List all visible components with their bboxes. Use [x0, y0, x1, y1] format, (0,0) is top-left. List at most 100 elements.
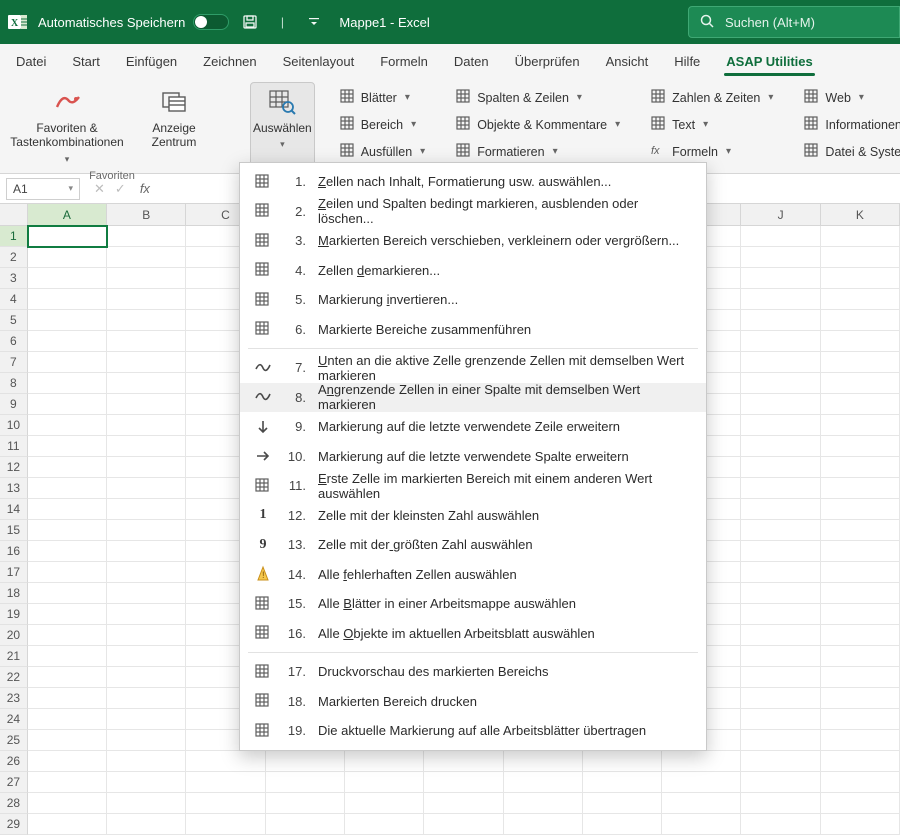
row-header[interactable]: 7	[0, 352, 28, 373]
cell[interactable]	[28, 751, 107, 772]
row-header[interactable]: 16	[0, 541, 28, 562]
cell[interactable]	[821, 667, 900, 688]
cell[interactable]	[107, 730, 186, 751]
row-header[interactable]: 25	[0, 730, 28, 751]
row-header[interactable]: 13	[0, 478, 28, 499]
tab-seitenlayout[interactable]: Seitenlayout	[271, 47, 367, 78]
cell[interactable]	[504, 814, 583, 835]
cell[interactable]	[741, 751, 820, 772]
cell[interactable]	[821, 394, 900, 415]
cell[interactable]	[107, 394, 186, 415]
row-header[interactable]: 2	[0, 247, 28, 268]
cell[interactable]	[107, 709, 186, 730]
cell[interactable]	[741, 667, 820, 688]
cell[interactable]	[28, 541, 107, 562]
cell[interactable]	[107, 352, 186, 373]
row-header[interactable]: 29	[0, 814, 28, 835]
cell[interactable]	[504, 751, 583, 772]
cell[interactable]	[28, 415, 107, 436]
cell[interactable]	[28, 478, 107, 499]
row-header[interactable]: 1	[0, 226, 28, 247]
tab-daten[interactable]: Daten	[442, 47, 501, 78]
tab-zeichnen[interactable]: Zeichnen	[191, 47, 268, 78]
cell[interactable]	[28, 226, 107, 247]
column-header[interactable]: K	[821, 204, 900, 225]
cell[interactable]	[266, 793, 345, 814]
cell[interactable]	[28, 709, 107, 730]
cell[interactable]	[107, 583, 186, 604]
cell[interactable]	[741, 247, 820, 268]
cell[interactable]	[107, 751, 186, 772]
row-header[interactable]: 22	[0, 667, 28, 688]
cell[interactable]	[741, 289, 820, 310]
cell[interactable]	[821, 793, 900, 814]
cell[interactable]	[266, 772, 345, 793]
menu-item-2[interactable]: 2.Zeilen und Spalten bedingt markieren, …	[240, 197, 706, 227]
row-header[interactable]: 14	[0, 499, 28, 520]
auswaehlen-button[interactable]: Auswählen ▾	[250, 82, 315, 171]
row-header[interactable]: 17	[0, 562, 28, 583]
cell[interactable]	[345, 751, 424, 772]
qat-dropdown-icon[interactable]	[303, 11, 325, 33]
column-header[interactable]: A	[28, 204, 107, 225]
cell[interactable]	[821, 583, 900, 604]
cell[interactable]	[741, 562, 820, 583]
autosave-toggle[interactable]	[193, 14, 229, 30]
cell[interactable]	[741, 625, 820, 646]
row-header[interactable]: 5	[0, 310, 28, 331]
row-header[interactable]: 3	[0, 268, 28, 289]
cell[interactable]	[821, 604, 900, 625]
name-box[interactable]: A1 ▾	[6, 178, 80, 200]
cell[interactable]	[28, 436, 107, 457]
cell[interactable]	[741, 583, 820, 604]
menu-item-10[interactable]: 10.Markierung auf die letzte verwendete …	[240, 442, 706, 472]
cell[interactable]	[345, 814, 424, 835]
cell[interactable]	[107, 541, 186, 562]
cell[interactable]	[741, 541, 820, 562]
cell[interactable]	[424, 772, 503, 793]
cell[interactable]	[28, 331, 107, 352]
row-header[interactable]: 19	[0, 604, 28, 625]
cell[interactable]	[741, 394, 820, 415]
ribbon-cmd-bl-tter[interactable]: Blätter▾	[333, 86, 431, 109]
ribbon-cmd-formatieren[interactable]: Formatieren▾	[449, 140, 626, 163]
ribbon-cmd-bereich[interactable]: Bereich▾	[333, 113, 431, 136]
cell[interactable]	[28, 814, 107, 835]
cell[interactable]	[821, 814, 900, 835]
ribbon-cmd-web[interactable]: Web▾	[797, 86, 900, 109]
cell[interactable]	[741, 352, 820, 373]
favoriten-button[interactable]: Favoriten & Tastenkombinationen ▾	[10, 82, 124, 168]
cell[interactable]	[741, 688, 820, 709]
cell[interactable]	[28, 646, 107, 667]
tab-formeln[interactable]: Formeln	[368, 47, 440, 78]
cell[interactable]	[662, 793, 741, 814]
cell[interactable]	[741, 415, 820, 436]
cell[interactable]	[186, 793, 265, 814]
save-icon[interactable]	[239, 11, 261, 33]
menu-item-4[interactable]: 4.Zellen demarkieren...	[240, 256, 706, 286]
cell[interactable]	[741, 499, 820, 520]
cell[interactable]	[821, 709, 900, 730]
cell[interactable]	[28, 268, 107, 289]
cell[interactable]	[28, 730, 107, 751]
row-header[interactable]: 11	[0, 436, 28, 457]
menu-item-18[interactable]: 18.Markierten Bereich drucken	[240, 687, 706, 717]
cell[interactable]	[821, 352, 900, 373]
tab-einfügen[interactable]: Einfügen	[114, 47, 189, 78]
cell[interactable]	[424, 814, 503, 835]
cell[interactable]	[741, 814, 820, 835]
cell[interactable]	[741, 457, 820, 478]
cell[interactable]	[821, 625, 900, 646]
cell[interactable]	[424, 793, 503, 814]
cell[interactable]	[28, 394, 107, 415]
row-header[interactable]: 18	[0, 583, 28, 604]
cell[interactable]	[345, 772, 424, 793]
cell[interactable]	[741, 373, 820, 394]
cell[interactable]	[107, 562, 186, 583]
cell[interactable]	[821, 415, 900, 436]
cell[interactable]	[741, 709, 820, 730]
cell[interactable]	[821, 688, 900, 709]
tab-überprüfen[interactable]: Überprüfen	[503, 47, 592, 78]
cell[interactable]	[424, 751, 503, 772]
cell[interactable]	[107, 436, 186, 457]
